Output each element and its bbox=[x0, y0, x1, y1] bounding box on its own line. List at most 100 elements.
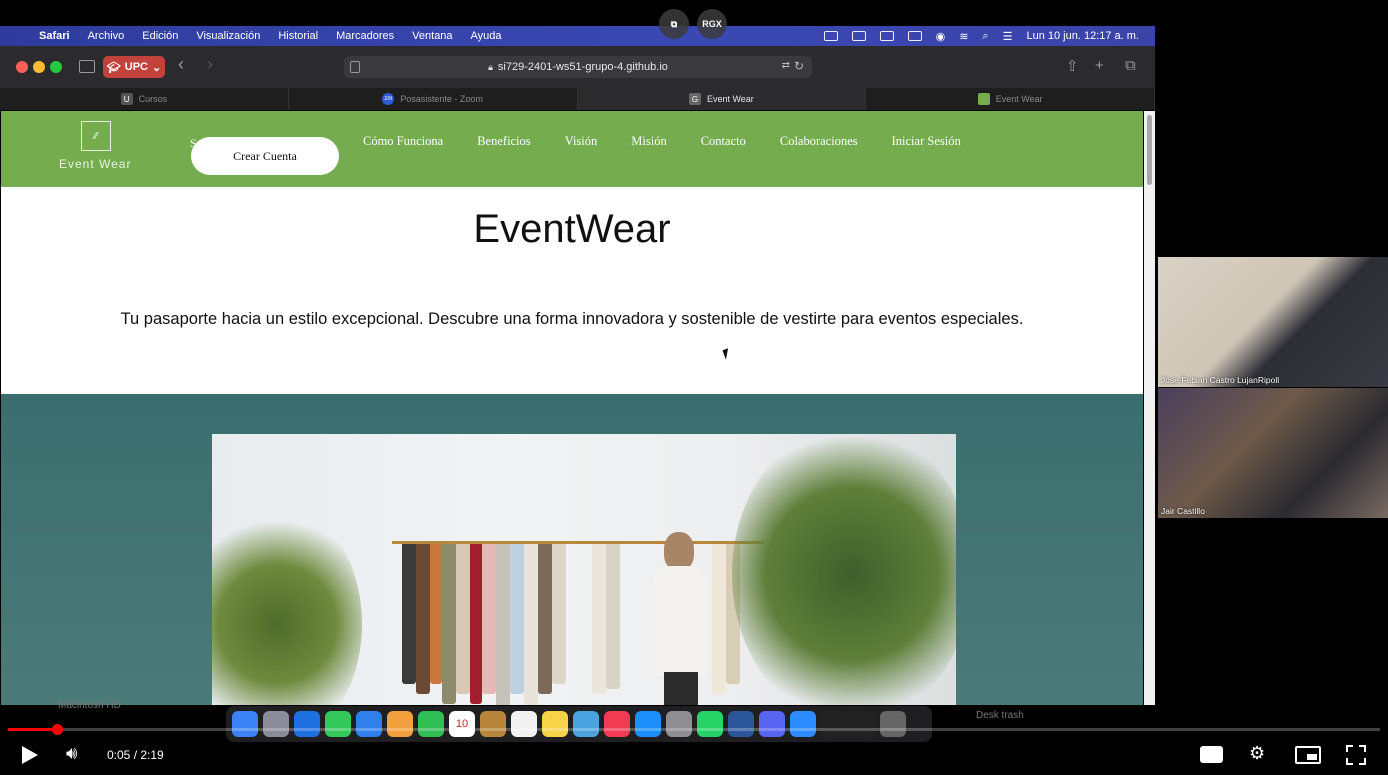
menu-safari[interactable]: Safari bbox=[30, 30, 79, 42]
discord-icon[interactable] bbox=[759, 711, 785, 737]
address-bar[interactable]: 🔒︎ si729-2401-ws51-grupo-4.github.io ⇄ ↻ bbox=[344, 56, 812, 78]
rgx-button[interactable]: RGX bbox=[697, 9, 727, 39]
word-icon[interactable] bbox=[728, 711, 754, 737]
translate-icon[interactable]: ⇄ bbox=[782, 60, 790, 71]
nav-beneficios[interactable]: Beneficios bbox=[460, 134, 547, 149]
garment bbox=[712, 544, 726, 694]
play-icon[interactable] bbox=[22, 746, 38, 764]
chevron-down-icon: ⌄ bbox=[151, 61, 162, 74]
music-icon[interactable] bbox=[604, 711, 630, 737]
participant-video[interactable]: Jair Castillo bbox=[1158, 388, 1388, 518]
hero-title: EventWear bbox=[473, 207, 671, 251]
volume-icon[interactable]: 🔊︎ bbox=[66, 743, 77, 764]
garment bbox=[606, 544, 620, 689]
notes-icon[interactable] bbox=[542, 711, 568, 737]
tab-event-wear-active[interactable]: G Event Wear bbox=[577, 88, 867, 110]
close-window-button[interactable] bbox=[16, 61, 28, 73]
pip-icon[interactable]: ⧉ bbox=[659, 9, 689, 39]
reload-icon[interactable]: ↻ bbox=[794, 59, 804, 73]
shopper-figure bbox=[664, 672, 698, 705]
time-display: 0:05 / 2:19 bbox=[107, 748, 164, 762]
menu-ventana[interactable]: Ventana bbox=[403, 30, 461, 42]
scrollbar-thumb[interactable] bbox=[1147, 115, 1152, 185]
tab-overview-icon[interactable]: ⧉ bbox=[1125, 57, 1136, 74]
settings-gear-icon[interactable]: ⚙ bbox=[1249, 743, 1265, 764]
nav-como-funciona[interactable]: Cómo Funciona bbox=[346, 134, 460, 149]
cloud-icon[interactable] bbox=[851, 31, 866, 41]
hero-subtitle: Tu pasaporte hacia un estilo excepcional… bbox=[120, 310, 1024, 328]
video-progress-bar[interactable] bbox=[8, 724, 1380, 735]
freeform-icon[interactable] bbox=[573, 711, 599, 737]
logo-icon[interactable]: ⁄⁄ bbox=[81, 121, 111, 151]
progress-fill bbox=[8, 728, 58, 731]
reminders-icon[interactable] bbox=[511, 711, 537, 737]
nav-links: Cómo Funciona Beneficios Visión Misión C… bbox=[346, 134, 978, 149]
app-store-icon[interactable] bbox=[635, 711, 661, 737]
control-center-icon[interactable]: ☰ bbox=[1003, 30, 1013, 43]
sidebar-toggle-icon[interactable] bbox=[79, 60, 95, 73]
tab-bar: U Cursos zm Posasistente - Zoom G Event … bbox=[0, 88, 1155, 110]
menu-archivo[interactable]: Archivo bbox=[79, 30, 134, 42]
finder-icon[interactable] bbox=[232, 711, 258, 737]
garment bbox=[552, 544, 566, 684]
zoom-icon[interactable] bbox=[790, 711, 816, 737]
status-area: ◉ ≋ ⌕ ☰ Lun 10 jun. 12:17 a. m. bbox=[823, 30, 1155, 43]
lock-icon: 🔒︎ bbox=[488, 61, 493, 72]
settings-icon[interactable] bbox=[666, 711, 692, 737]
menu-visualizacion[interactable]: Visualización bbox=[187, 30, 269, 42]
cloud-icon[interactable] bbox=[879, 31, 894, 41]
nav-colaboraciones[interactable]: Colaboraciones bbox=[763, 134, 875, 149]
fullscreen-icon[interactable] bbox=[1346, 745, 1366, 765]
menubar-clock[interactable]: Lun 10 jun. 12:17 a. m. bbox=[1026, 30, 1139, 42]
display-icon[interactable] bbox=[907, 31, 922, 41]
wifi-icon[interactable]: ≋ bbox=[959, 30, 968, 43]
nav-iniciar-sesion[interactable]: Iniciar Sesión bbox=[875, 134, 978, 149]
plant-image bbox=[732, 434, 956, 705]
forward-icon[interactable]: › bbox=[207, 54, 213, 75]
messages-icon[interactable] bbox=[325, 711, 351, 737]
share-icon[interactable]: ⇧ bbox=[1066, 57, 1079, 75]
menu-ayuda[interactable]: Ayuda bbox=[462, 30, 511, 42]
back-icon[interactable]: ‹ bbox=[178, 54, 184, 75]
tab-zoom[interactable]: zm Posasistente - Zoom bbox=[289, 88, 578, 110]
launchpad-icon[interactable] bbox=[263, 711, 289, 737]
tab-favicon: U bbox=[120, 93, 133, 105]
create-account-button[interactable]: Crear Cuenta bbox=[191, 137, 339, 175]
progress-scrubber[interactable] bbox=[52, 724, 64, 735]
page-scrollbar[interactable] bbox=[1144, 111, 1155, 705]
tab-event-wear[interactable]: Event Wear bbox=[866, 88, 1155, 110]
profile-button[interactable]: 🎓︎ UPC ⌄ bbox=[103, 56, 165, 78]
tab-favicon: G bbox=[688, 93, 701, 105]
whatsapp-icon[interactable] bbox=[697, 711, 723, 737]
nav-contacto[interactable]: Contacto bbox=[684, 134, 763, 149]
minimized-window-thumbnail[interactable] bbox=[821, 711, 875, 737]
participant-video[interactable]: Jose Fabian Castro LujanRipoll bbox=[1158, 257, 1388, 387]
search-icon[interactable]: ⌕ bbox=[982, 30, 988, 43]
new-tab-icon[interactable]: + bbox=[1095, 57, 1104, 74]
calendar-icon[interactable]: 10 bbox=[449, 711, 475, 737]
minimize-window-button[interactable] bbox=[33, 61, 45, 73]
trash-icon[interactable] bbox=[880, 711, 906, 737]
subtitles-icon[interactable] bbox=[1200, 746, 1223, 763]
plant-image bbox=[212, 504, 362, 705]
nav-vision[interactable]: Visión bbox=[548, 134, 615, 149]
tab-cursos[interactable]: U Cursos bbox=[0, 88, 289, 110]
screen-share-icon[interactable] bbox=[823, 31, 838, 41]
safari-icon[interactable] bbox=[294, 711, 320, 737]
reader-icon[interactable] bbox=[350, 61, 360, 73]
menu-edicion[interactable]: Edición bbox=[133, 30, 187, 42]
logo-text[interactable]: Event Wear bbox=[59, 157, 131, 171]
zoom-window-button[interactable] bbox=[50, 61, 62, 73]
facetime-icon[interactable] bbox=[418, 711, 444, 737]
play-circle-icon[interactable]: ◉ bbox=[936, 30, 946, 43]
contacts-icon[interactable] bbox=[480, 711, 506, 737]
garment bbox=[430, 544, 442, 684]
menu-marcadores[interactable]: Marcadores bbox=[327, 30, 403, 42]
miniplayer-icon[interactable] bbox=[1295, 746, 1321, 764]
garment bbox=[538, 544, 552, 694]
tab-label: Event Wear bbox=[706, 94, 754, 104]
menu-historial[interactable]: Historial bbox=[269, 30, 327, 42]
nav-mision[interactable]: Misión bbox=[614, 134, 683, 149]
photos-icon[interactable] bbox=[387, 711, 413, 737]
mail-icon[interactable] bbox=[356, 711, 382, 737]
